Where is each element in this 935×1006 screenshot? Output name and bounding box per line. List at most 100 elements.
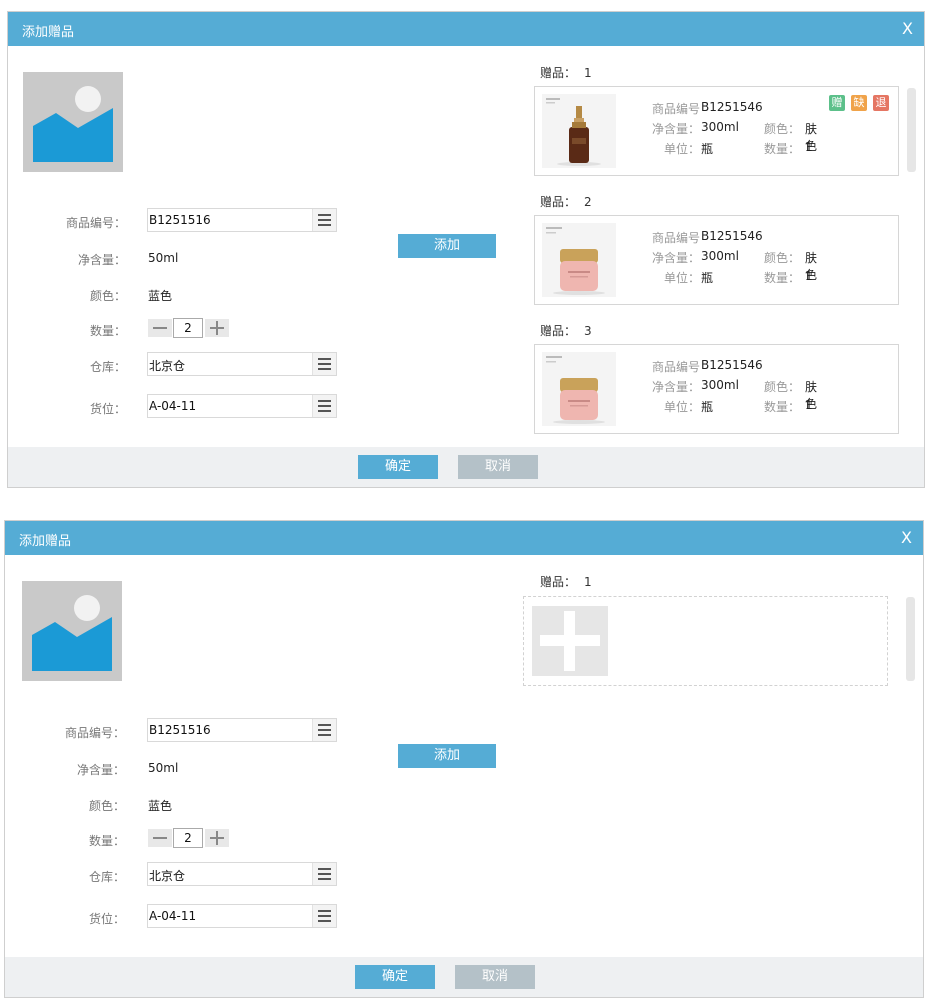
add-button[interactable]: 添加 xyxy=(398,234,496,258)
gift-badge: 赠 xyxy=(829,95,845,111)
net-content-label: 净含量： xyxy=(77,253,126,267)
cancel-button[interactable]: 取消 xyxy=(458,455,538,479)
menu-icon xyxy=(318,724,331,736)
location-value: A-04-11 xyxy=(149,399,197,413)
location-menu-button[interactable] xyxy=(312,905,336,927)
gift-title-label: 赠品： xyxy=(540,66,577,80)
warehouse-field[interactable]: 北京仓 xyxy=(147,862,337,886)
gift-code-label: 商品编号 xyxy=(651,102,700,116)
warehouse-value: 北京仓 xyxy=(149,869,186,883)
gift-index: 3 xyxy=(584,324,592,338)
menu-icon xyxy=(318,358,331,370)
gift-list-scrollbar[interactable] xyxy=(907,88,916,172)
gift-content-value: 300ml xyxy=(701,120,739,134)
gift-card[interactable]: 商品编号 B1251546 净含量： 300ml 颜色： 肤色 单位： 瓶 数量… xyxy=(534,344,899,434)
add-gift-dialog: 添加赠品 X 商品编号： B1251516 净含量： 50ml 颜色： 蓝色 数… xyxy=(4,520,924,998)
net-content-value: 50ml xyxy=(148,251,179,265)
add-gift-slot[interactable] xyxy=(523,596,888,686)
dialog-header: 添加赠品 X xyxy=(8,12,924,46)
menu-icon xyxy=(318,910,331,922)
quantity-stepper[interactable]: 2 xyxy=(173,318,203,338)
gift-qty-value: 1 xyxy=(805,398,813,412)
warehouse-value: 北京仓 xyxy=(149,359,186,373)
gift-title: 赠品： 1 xyxy=(540,64,592,81)
warehouse-label: 仓库： xyxy=(89,360,126,374)
warehouse-menu-button[interactable] xyxy=(312,353,336,375)
gift-code-label: 商品编号 xyxy=(651,231,700,245)
serum-bottle-image xyxy=(542,94,616,168)
gift-unit-label: 单位： xyxy=(663,142,700,156)
plus-icon[interactable] xyxy=(205,319,229,337)
product-code-menu-button[interactable] xyxy=(312,209,336,231)
location-menu-button[interactable] xyxy=(312,395,336,417)
gift-code-value: B1251546 xyxy=(701,100,763,114)
close-icon[interactable]: X xyxy=(902,19,913,38)
color-value: 蓝色 xyxy=(148,289,173,303)
gift-qty-value: 1 xyxy=(805,140,813,154)
color-label: 颜色： xyxy=(89,289,126,303)
gift-content-label: 净含量： xyxy=(651,251,700,265)
location-field[interactable]: A-04-11 xyxy=(147,904,337,928)
gift-color-label: 颜色： xyxy=(763,122,800,136)
gift-content-label: 净含量： xyxy=(651,122,700,136)
gift-content-value: 300ml xyxy=(701,378,739,392)
minus-icon[interactable] xyxy=(148,319,172,337)
gift-content-value: 300ml xyxy=(701,249,739,263)
gift-index: 2 xyxy=(584,195,592,209)
gift-title-label: 赠品： xyxy=(540,195,577,209)
quantity-stepper[interactable]: 2 xyxy=(173,828,203,848)
gift-qty-label: 数量： xyxy=(763,142,800,156)
product-code-value: B1251516 xyxy=(149,723,211,737)
product-code-value: B1251516 xyxy=(149,213,211,227)
product-code-label: 商品编号： xyxy=(65,216,126,230)
gift-index: 1 xyxy=(584,66,592,80)
close-icon[interactable]: X xyxy=(901,528,912,547)
gift-color-label: 颜色： xyxy=(763,380,800,394)
gift-index: 1 xyxy=(584,575,592,589)
net-content-label: 净含量： xyxy=(76,763,125,777)
product-code-field[interactable]: B1251516 xyxy=(147,208,337,232)
confirm-button[interactable]: 确定 xyxy=(355,965,435,989)
gift-code-value: B1251546 xyxy=(701,229,763,243)
return-badge: 退 xyxy=(873,95,889,111)
cream-jar-image xyxy=(542,352,616,426)
net-content-value: 50ml xyxy=(148,761,179,775)
warehouse-menu-button[interactable] xyxy=(312,863,336,885)
image-placeholder-icon xyxy=(33,86,113,162)
quantity-label: 数量： xyxy=(88,834,125,848)
dialog-header: 添加赠品 X xyxy=(5,521,923,555)
cream-jar-image xyxy=(542,223,616,297)
gift-list-scrollbar[interactable] xyxy=(906,597,915,681)
confirm-button[interactable]: 确定 xyxy=(358,455,438,479)
gift-card[interactable]: 商品编号 B1251546 净含量： 300ml 颜色： 肤色 单位： 瓶 数量… xyxy=(534,215,899,305)
product-image-placeholder xyxy=(22,581,122,681)
product-image-placeholder xyxy=(23,72,123,172)
product-code-field[interactable]: B1251516 xyxy=(147,718,337,742)
product-code-menu-button[interactable] xyxy=(312,719,336,741)
menu-icon xyxy=(318,400,331,412)
location-label: 货位： xyxy=(88,912,125,926)
gift-title: 赠品： 1 xyxy=(540,573,592,590)
cancel-button[interactable]: 取消 xyxy=(455,965,535,989)
gift-title-label: 赠品： xyxy=(540,575,577,589)
plus-icon[interactable] xyxy=(205,829,229,847)
gift-code-label: 商品编号 xyxy=(651,360,700,374)
quantity-label: 数量： xyxy=(89,324,126,338)
color-value: 蓝色 xyxy=(148,799,173,813)
gift-color-label: 颜色： xyxy=(763,251,800,265)
image-placeholder-icon xyxy=(32,595,112,671)
gift-qty-label: 数量： xyxy=(763,400,800,414)
out-of-stock-badge: 缺 xyxy=(851,95,867,111)
plus-icon[interactable] xyxy=(532,606,608,676)
warehouse-field[interactable]: 北京仓 xyxy=(147,352,337,376)
menu-icon xyxy=(318,214,331,226)
color-label: 颜色： xyxy=(88,799,125,813)
gift-card[interactable]: 商品编号 B1251546 净含量： 300ml 颜色： 肤色 单位： 瓶 数量… xyxy=(534,86,899,176)
location-field[interactable]: A-04-11 xyxy=(147,394,337,418)
minus-icon[interactable] xyxy=(148,829,172,847)
menu-icon xyxy=(318,868,331,880)
gift-unit-value: 瓶 xyxy=(701,142,714,156)
gift-title: 赠品： 2 xyxy=(540,193,592,210)
gift-unit-label: 单位： xyxy=(663,400,700,414)
add-button[interactable]: 添加 xyxy=(398,744,496,768)
